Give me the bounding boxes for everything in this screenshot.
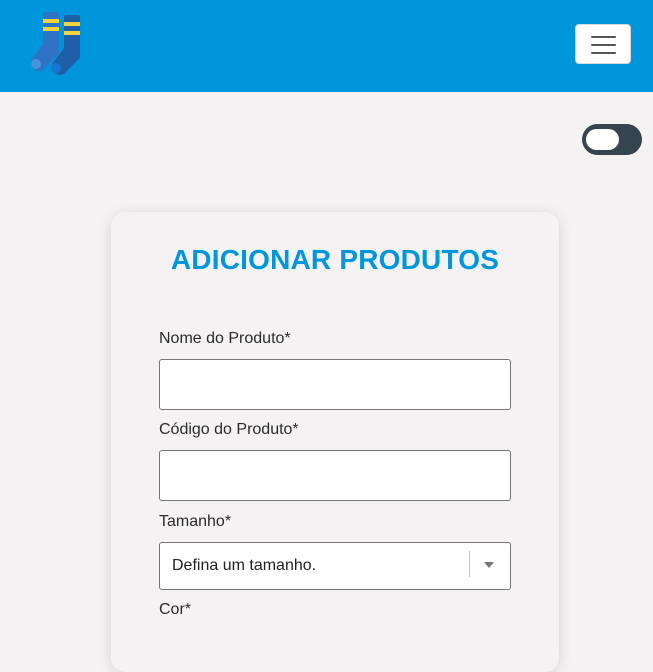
- hamburger-menu-button[interactable]: [575, 24, 631, 64]
- toggle-switch-icon: [586, 129, 619, 150]
- theme-toggle-switch[interactable]: [582, 124, 642, 155]
- navbar: [0, 0, 653, 92]
- product-code-label: Código do Produto*: [159, 421, 299, 438]
- chevron-down-icon[interactable]: [484, 562, 494, 568]
- size-label: Tamanho*: [159, 513, 232, 530]
- color-label: Cor*: [159, 601, 192, 618]
- socks-logo-icon[interactable]: [30, 10, 86, 78]
- hamburger-menu-icon-bar: [591, 52, 616, 54]
- size-select-value: Defina um tamanho.: [172, 557, 317, 574]
- add-product-form-card: ADICIONAR PRODUTOS Nome do Produto* Códi…: [111, 212, 559, 672]
- form-title: ADICIONAR PRODUTOS: [170, 244, 500, 275]
- product-code-input[interactable]: [159, 450, 511, 501]
- product-name-label: Nome do Produto*: [159, 330, 291, 347]
- product-name-input[interactable]: [159, 359, 511, 410]
- size-select[interactable]: Defina um tamanho.: [159, 542, 511, 590]
- hamburger-menu-icon: [591, 36, 616, 38]
- select-divider: [469, 551, 470, 577]
- hamburger-menu-icon-bar: [591, 44, 616, 46]
